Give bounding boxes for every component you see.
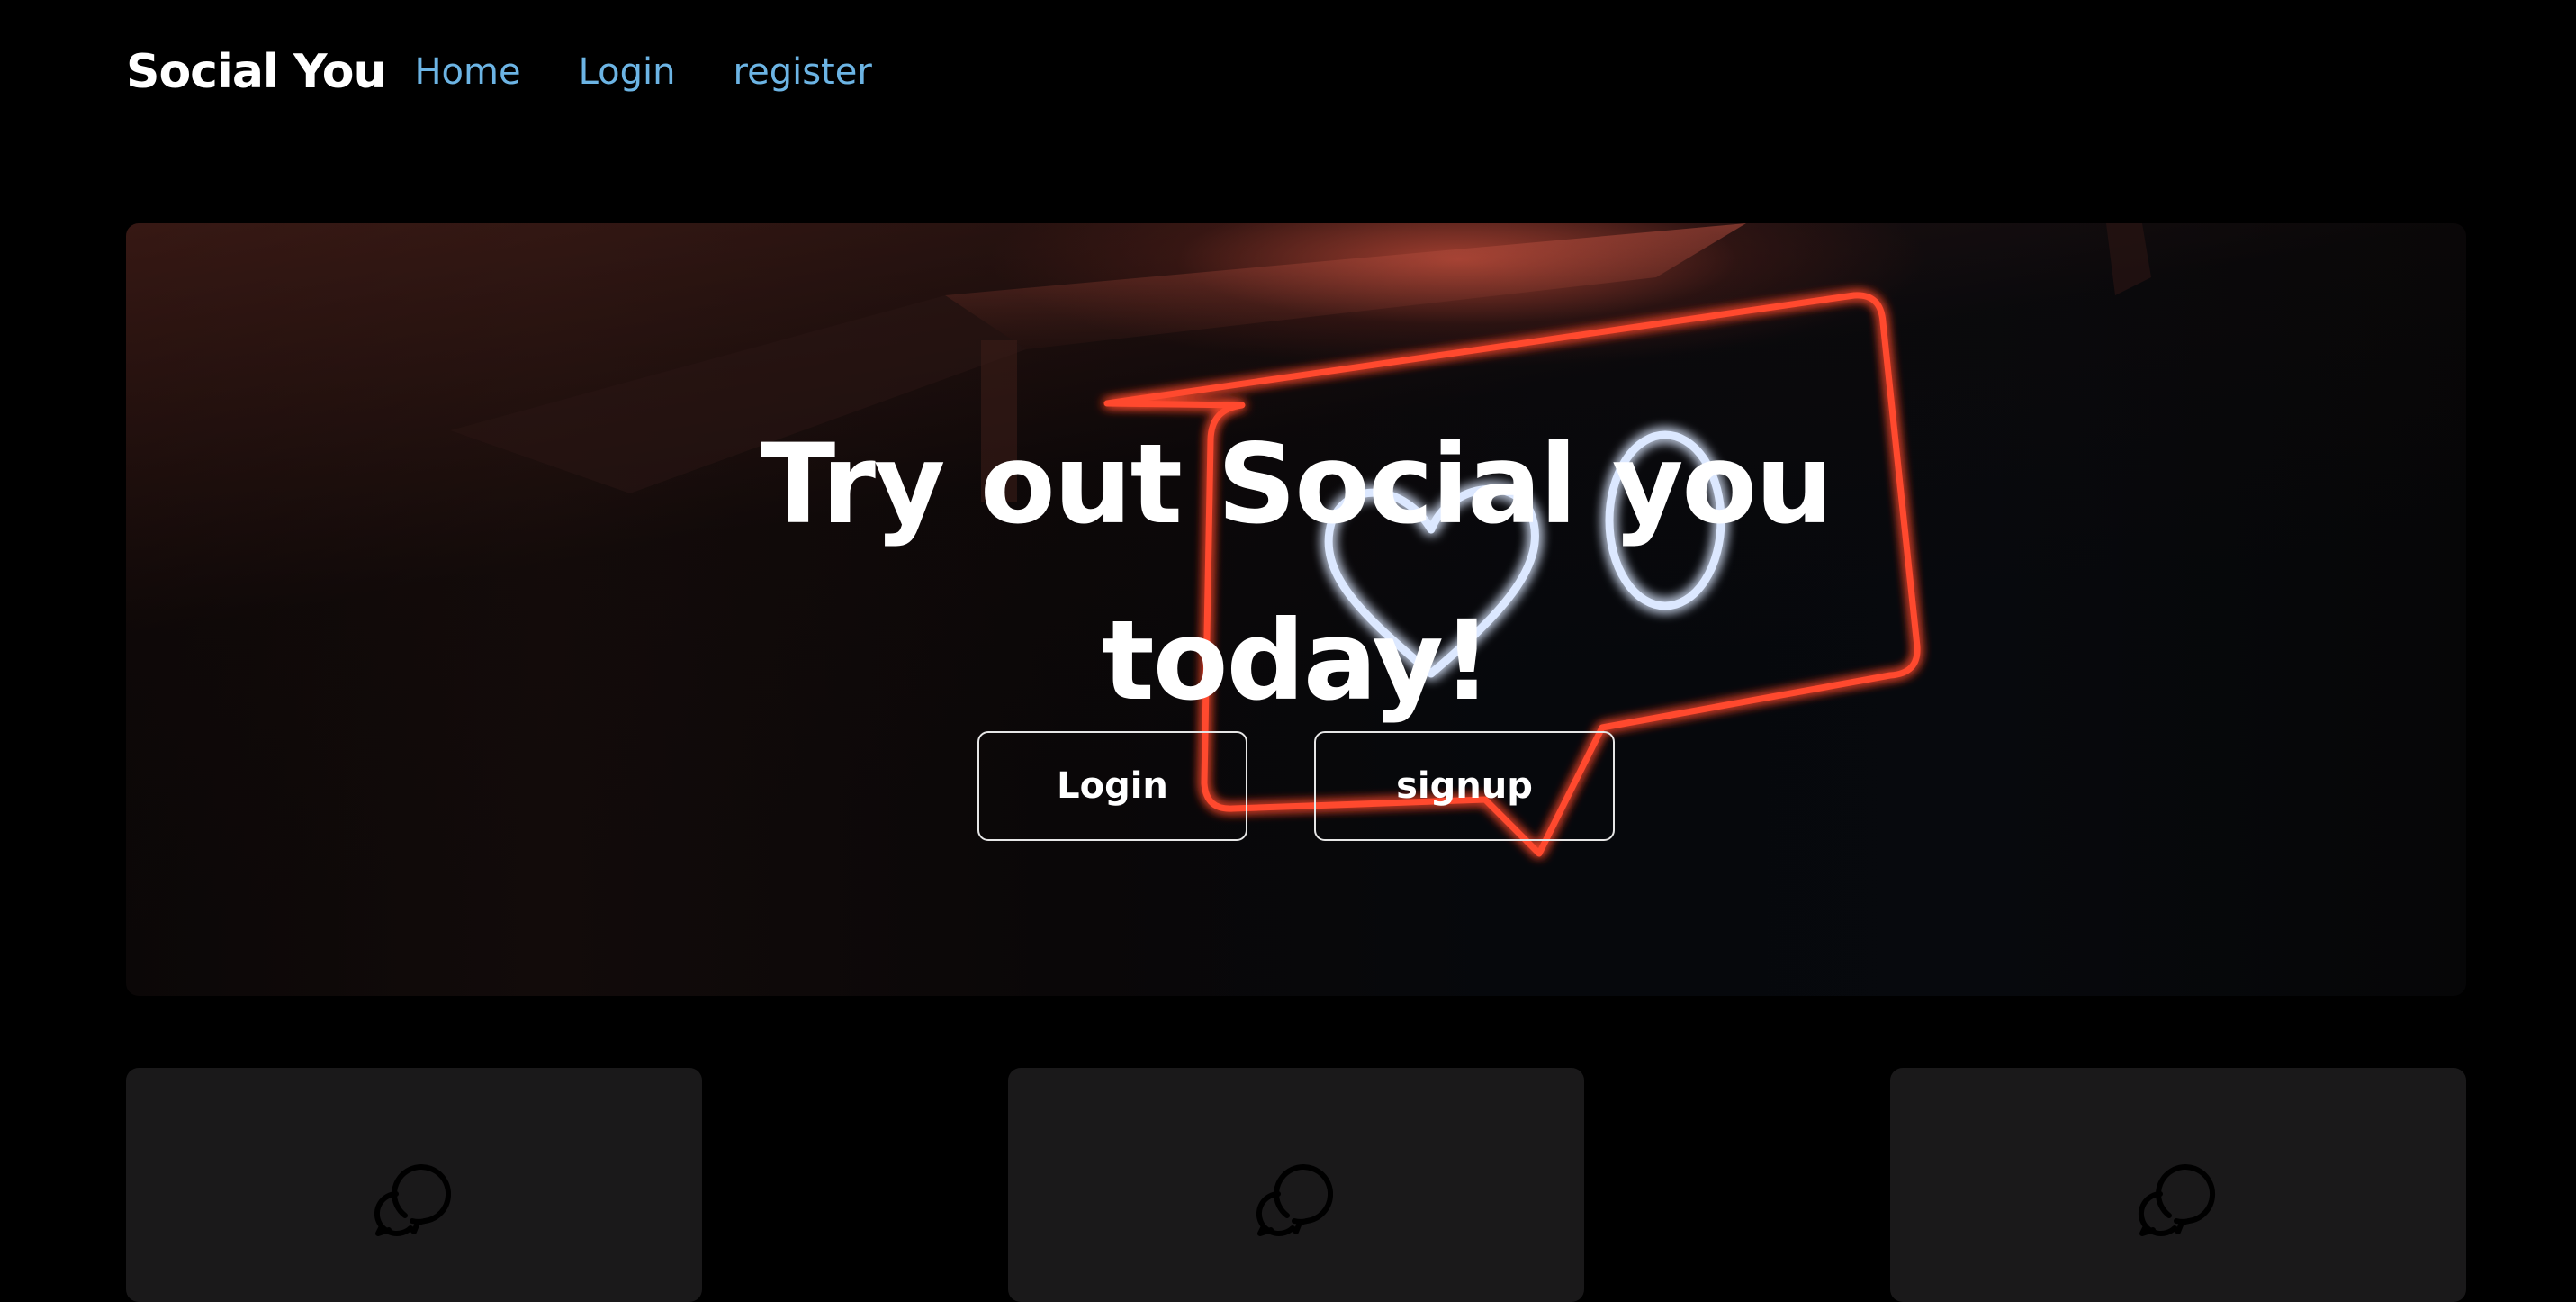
nav-link-home[interactable]: Home — [414, 51, 520, 93]
brand-logo[interactable]: Social You — [126, 45, 386, 99]
feature-card — [1008, 1068, 1584, 1302]
nav-link-register[interactable]: register — [734, 51, 872, 93]
wall-corner — [2106, 223, 2151, 295]
hero-title-line2: today! — [1102, 596, 1491, 725]
chat-bubbles-icon — [374, 1164, 452, 1236]
feature-card — [1890, 1068, 2466, 1302]
feature-card — [126, 1068, 702, 1302]
login-button[interactable]: Login — [977, 731, 1247, 841]
feature-cards — [126, 1068, 2466, 1302]
chat-bubbles-icon — [1256, 1164, 1334, 1236]
chat-bubbles-icon — [2138, 1164, 2216, 1236]
nav-link-login[interactable]: Login — [579, 51, 676, 93]
hero-title: Try out Social you today! — [126, 396, 2466, 749]
signup-button[interactable]: signup — [1314, 731, 1615, 841]
navbar: Social You Home Login register — [126, 36, 930, 108]
hero-banner: Try out Social you today! Login signup — [126, 223, 2466, 996]
hero-actions: Login signup — [126, 731, 2466, 841]
hero-title-line1: Try out Social you — [760, 420, 1833, 548]
